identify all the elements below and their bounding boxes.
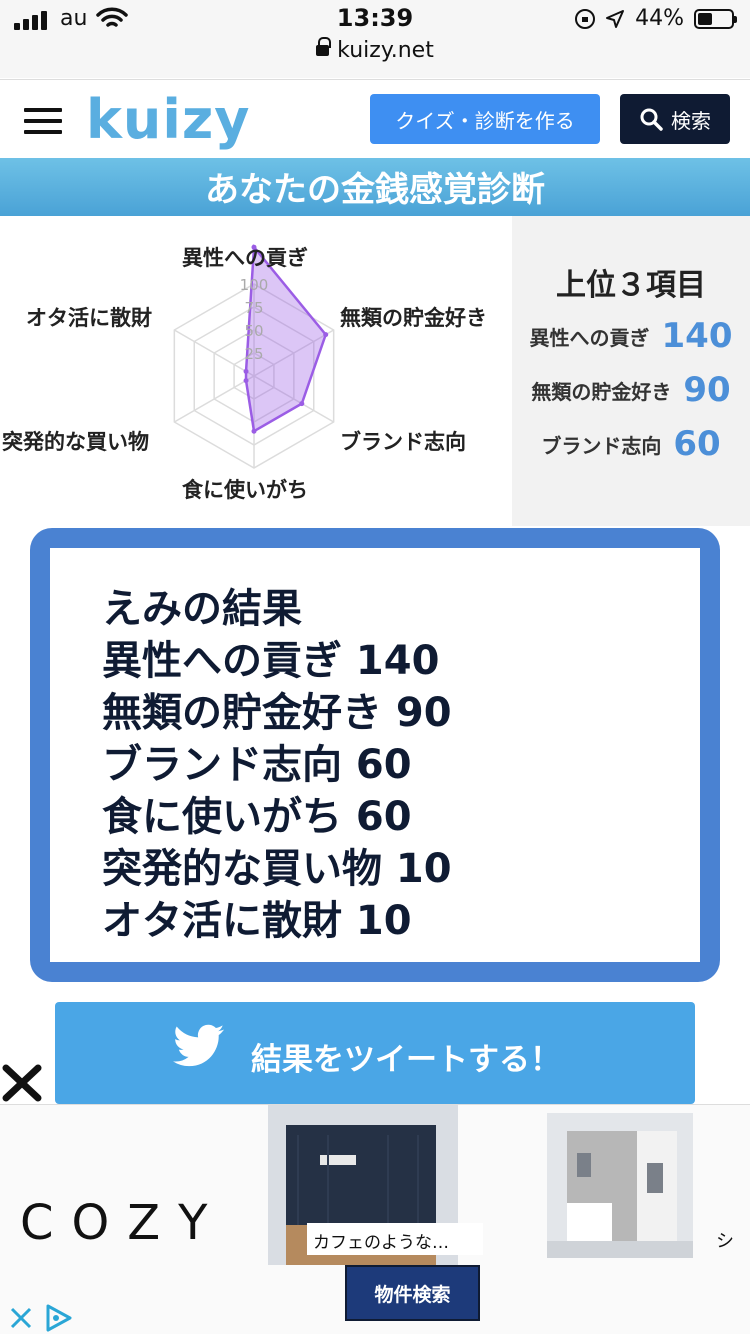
- ad-banner[interactable]: COZY カフェのような… シ 物件検索: [0, 1104, 750, 1334]
- search-button-label: 検索: [671, 108, 711, 133]
- radar-tick-label: 50: [244, 322, 263, 340]
- lock-icon: [316, 37, 332, 56]
- site-logo[interactable]: kuizy: [86, 88, 251, 151]
- top3-item-name: 無類の貯金好き: [531, 379, 672, 404]
- title-banner: あなたの金銭感覚診断: [0, 158, 750, 216]
- radar-chart: 25 50 75 100 異性への貢ぎ 無類の貯金好き ブランド志向 食に使いがち 突…: [0, 216, 512, 526]
- radar-point: [243, 378, 249, 384]
- menu-icon[interactable]: [24, 108, 62, 134]
- top3-item-value: 60: [673, 424, 721, 464]
- site-header: kuizy クイズ・診断を作る 検索: [0, 79, 750, 159]
- top3-item-name: ブランド志向: [541, 433, 662, 458]
- axis-label-5: オタ活に散財: [26, 306, 152, 330]
- top3-item-name: 異性への貢ぎ: [529, 325, 650, 350]
- result-line: 食に使いがち 60: [102, 794, 412, 840]
- ad-property-search-button[interactable]: 物件検索: [345, 1265, 480, 1321]
- ad-caption-truncated: シ: [716, 1231, 734, 1252]
- search-button[interactable]: 検索: [620, 94, 730, 144]
- radar-tick-label: 75: [244, 299, 263, 317]
- result-line: 異性への貢ぎ 140: [102, 638, 440, 684]
- make-quiz-button[interactable]: クイズ・診断を作る: [370, 94, 600, 144]
- tweet-button-label: 結果をツイートする！: [251, 1042, 561, 1078]
- search-icon: [640, 108, 663, 131]
- result-line: 無類の貯金好き 90: [102, 690, 452, 736]
- ad-brand-logo: COZY: [20, 1195, 226, 1251]
- result-line: ブランド志向 60: [102, 742, 412, 788]
- location-icon: [606, 9, 625, 28]
- radar-tick-label: 25: [244, 345, 263, 363]
- twitter-bird-icon: [173, 1024, 225, 1067]
- result-card: えみの結果 異性への貢ぎ 140 無類の貯金好き 90 ブランド志向 60 食に…: [30, 528, 720, 982]
- result-heading: えみの結果: [102, 586, 302, 632]
- result-line: 突発的な買い物 10: [102, 846, 452, 892]
- tweet-button[interactable]: 結果をツイートする！: [55, 1002, 695, 1104]
- top3-item-value: 90: [683, 370, 731, 410]
- axis-label-2: ブランド志向: [340, 430, 466, 454]
- axis-label-0: 異性への貢ぎ: [182, 246, 308, 270]
- top3-item-value: 140: [661, 316, 733, 356]
- result-card-body: えみの結果 異性への貢ぎ 140 無類の貯金好き 90 ブランド志向 60 食に…: [50, 548, 700, 962]
- top3-item: 無類の貯金好き 90: [512, 370, 750, 410]
- radar-point: [323, 332, 329, 338]
- axis-label-4: 突発的な買い物: [2, 430, 149, 454]
- radar-tick-label: 100: [240, 276, 269, 294]
- top3-item: ブランド志向 60: [512, 424, 750, 464]
- radar-point: [251, 428, 257, 434]
- result-line: オタ活に散財 10: [102, 898, 412, 944]
- top3-panel: 上位３項目 異性への貢ぎ 140 無類の貯金好き 90 ブランド志向 60: [512, 216, 750, 526]
- axis-label-3: 食に使いがち: [182, 478, 308, 502]
- battery-icon: [694, 8, 737, 29]
- radar-point: [243, 368, 249, 374]
- ad-caption: カフェのような…: [307, 1223, 483, 1255]
- orientation-lock-icon: [575, 8, 596, 29]
- axis-label-1: 無類の貯金好き: [340, 306, 487, 330]
- ad-close-icon[interactable]: [0, 1060, 44, 1104]
- ad-dismiss-icon[interactable]: [8, 1305, 34, 1331]
- adchoices-icon[interactable]: [44, 1303, 74, 1333]
- top3-title: 上位３項目: [556, 268, 706, 303]
- battery-percent: 44%: [635, 6, 684, 31]
- page-title: あなたの金銭感覚診断: [205, 170, 545, 210]
- top3-item: 異性への貢ぎ 140: [512, 316, 750, 356]
- url-bar[interactable]: kuizy.net: [0, 37, 750, 63]
- status-bar: au 13:39 44% kuizy.net: [0, 0, 750, 78]
- url-text: kuizy.net: [337, 38, 434, 63]
- ad-house-image: [547, 1113, 693, 1258]
- radar-point: [299, 401, 305, 407]
